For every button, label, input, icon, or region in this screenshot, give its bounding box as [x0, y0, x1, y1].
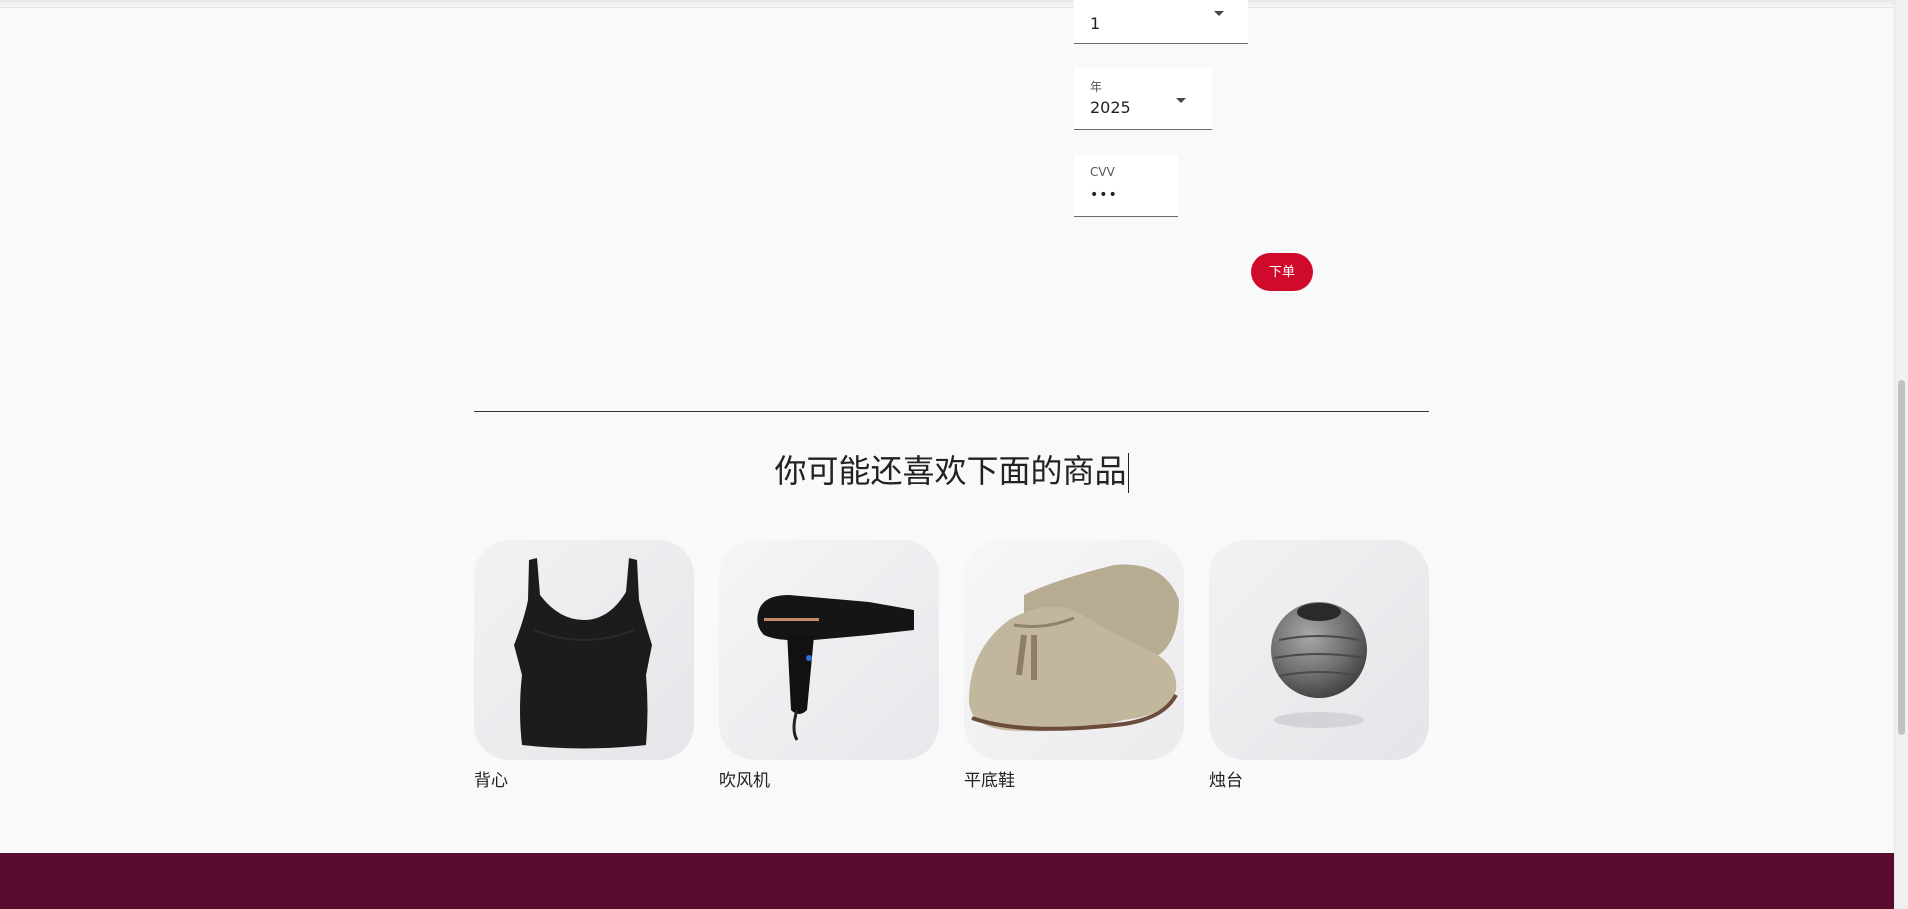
page-scrollbar[interactable] [1894, 0, 1908, 909]
product-card[interactable]: 吹风机 [719, 540, 939, 791]
expiry-year-value: 2025 [1090, 98, 1131, 117]
expiry-month-select[interactable]: 1 [1074, 0, 1248, 44]
recommendations-title-text: 你可能还喜欢下面的商品 [774, 452, 1127, 490]
product-card[interactable]: 背心 [474, 540, 694, 791]
cvv-field[interactable]: CVV ••• [1074, 155, 1178, 217]
candle-holder-icon [1209, 540, 1429, 760]
section-divider [474, 411, 1429, 412]
product-name: 平底鞋 [964, 771, 1015, 791]
chevron-down-icon [1176, 98, 1186, 103]
product-name: 背心 [474, 771, 508, 791]
tank-top-image[interactable] [474, 540, 694, 760]
place-order-button[interactable]: 下单 [1251, 253, 1313, 291]
checkout-page: 1 年 2025 CVV ••• 下单 你可能还喜欢下面的商品 背心 吹风机 平… [0, 0, 1908, 909]
recommendations-title: 你可能还喜欢下面的商品 [474, 446, 1429, 493]
product-grid: 背心 吹风机 平底鞋 烛台 [474, 540, 1430, 800]
loafer-shoes-icon [964, 540, 1184, 760]
product-name: 烛台 [1209, 771, 1243, 791]
expiry-year-label: 年 [1090, 80, 1103, 94]
footer [0, 853, 1904, 909]
scrollbar-thumb[interactable] [1898, 380, 1905, 735]
expiry-year-select[interactable]: 年 2025 [1074, 68, 1212, 130]
tank-top-icon [474, 540, 694, 760]
header-shadow [0, 0, 1908, 8]
loafer-shoes-image[interactable] [964, 540, 1184, 760]
cvv-value: ••• [1090, 187, 1118, 203]
chevron-down-icon [1214, 11, 1224, 16]
product-card[interactable]: 平底鞋 [964, 540, 1184, 791]
product-name: 吹风机 [719, 771, 770, 791]
candle-holder-image[interactable] [1209, 540, 1429, 760]
expiry-month-value: 1 [1090, 14, 1101, 33]
hair-dryer-icon [719, 540, 939, 760]
hair-dryer-image[interactable] [719, 540, 939, 760]
text-cursor [1127, 453, 1129, 493]
cvv-label: CVV [1090, 165, 1115, 179]
product-card[interactable]: 烛台 [1209, 540, 1429, 791]
